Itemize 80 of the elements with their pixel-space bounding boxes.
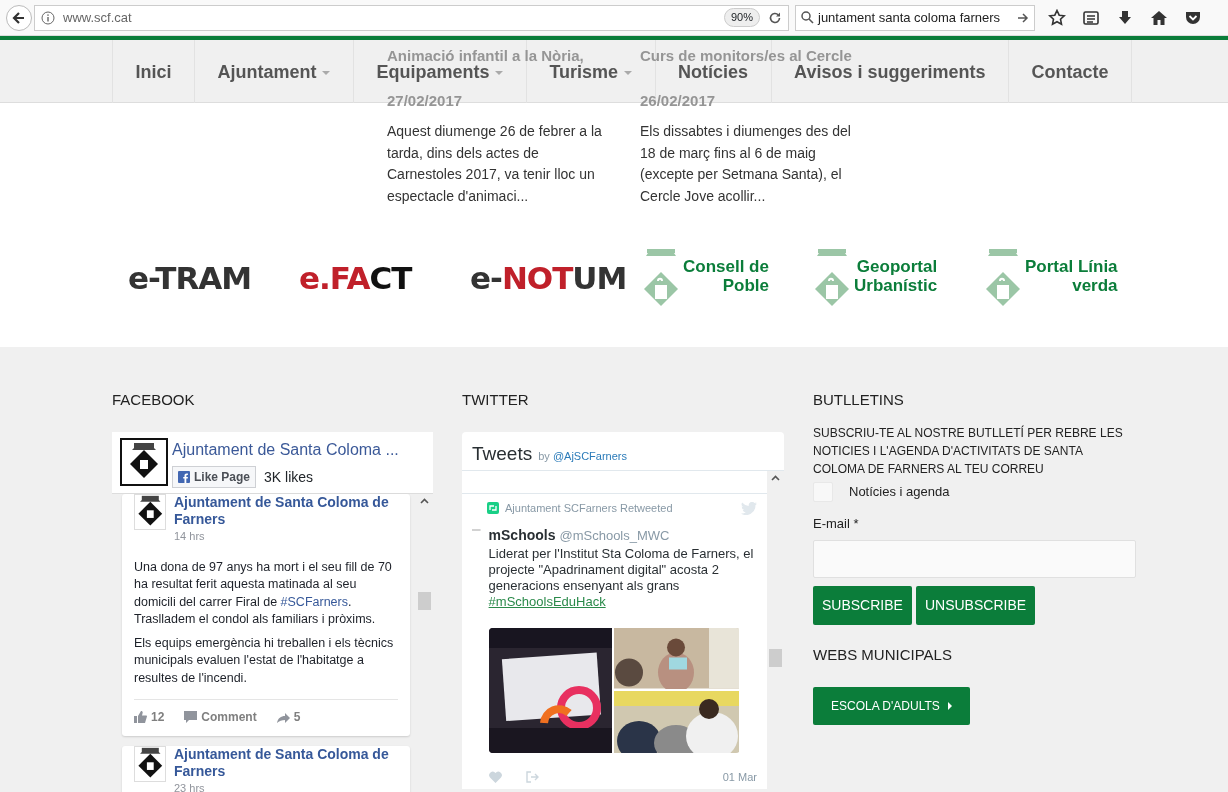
post-text: Una dona de 97 anys ha mort i el seu fill de 70 ha resultat ferit aquesta matinada al seu domicili del carrer Firal de #SCFarners. Traslladem el condol als familiars i pròxims. [134, 558, 393, 628]
web-link-button[interactable]: ESCOLA D'ADULTS [813, 686, 970, 725]
scrollbar-thumb[interactable] [418, 592, 431, 610]
field-label: E-mail * [813, 515, 860, 533]
author-link[interactable]: Ajuntament de Santa Coloma de Farners [174, 494, 398, 528]
reading-list-icon[interactable] [1082, 8, 1100, 27]
news-excerpt: Aquest diumenge 26 de febrer a la tarda, dins dels actes de Carnestoles 2017, va tenir lloc un espectacle d'animaci... [387, 122, 603, 206]
bookmark-star-icon[interactable] [1048, 8, 1066, 27]
news-excerpt: Els dissabtes i diumenges des del 18 de març fins al 6 de maig (excepte per Setmana Santa), el Cercle Jove acollir... [640, 122, 852, 206]
author-name[interactable]: mSchools [488, 524, 556, 546]
thumbs-up-icon [134, 711, 147, 723]
news-date: 26/02/2017 [640, 93, 716, 109]
post-avatar[interactable] [134, 746, 166, 782]
search-field[interactable]: juntament santa coloma farners [795, 4, 1035, 31]
portal-link[interactable]: Consell de Poble [683, 257, 769, 295]
like-page-button[interactable]: Like Page [172, 466, 257, 488]
portal-link[interactable]: Portal Línia verda [1025, 257, 1118, 295]
bird-icon [741, 501, 757, 515]
address-bar[interactable]: www.scf.cat 90% [34, 4, 789, 31]
caret-icon [947, 701, 952, 710]
url-text: www.scf.cat [63, 8, 133, 27]
page-avatar[interactable] [120, 438, 168, 486]
checkbox-label: Notícies i agenda [849, 483, 950, 502]
nav-link[interactable]: Inici [135, 62, 172, 81]
page-name-link[interactable]: Ajuntament de Santa Coloma ... [172, 438, 399, 462]
nav-link[interactable]: Contacte [1031, 62, 1109, 81]
post-text: Els equips emergència hi treballen i els tècnics municipals evaluen l'estat de l'habitatge a resultes de l'incendi. [134, 634, 395, 687]
scroll-up-icon [771, 475, 780, 481]
section-heading: TWITTER [462, 390, 530, 410]
likes-count: 3K likes [264, 467, 314, 487]
intro-text: SUBSCRIU-TE AL NOSTRE BUTLLETÍ PER REBRE LES NOTICIES I L'AGENDA D'ACTIVITATS DE SANTA COLOMA DE FARNERS AL TEU CORREU [813, 424, 1124, 478]
news-date: 27/02/2017 [387, 93, 463, 109]
post-avatar[interactable] [134, 494, 166, 530]
nav-link[interactable]: Equipaments [376, 62, 504, 81]
back-arrow-icon [12, 10, 26, 25]
section-heading: BUTLLETINS [813, 390, 905, 410]
author-handle: @mSchools_MWC [559, 526, 670, 545]
section-heading: FACEBOOK [112, 390, 196, 410]
back-button[interactable] [6, 4, 32, 31]
retweet-icon [487, 502, 499, 515]
email-field[interactable] [813, 539, 1136, 578]
share-arrow-icon [276, 711, 290, 723]
info-icon [41, 10, 55, 25]
comment-button[interactable]: Comment [184, 708, 257, 726]
dropdown-caret-icon [624, 71, 633, 75]
scroll-up-icon [420, 498, 429, 504]
scrollbar-thumb[interactable] [769, 649, 782, 667]
service-logo[interactable]: e.FACT [299, 254, 412, 302]
service-logo[interactable]: e-TRAM [128, 254, 252, 302]
retweet-label: Ajuntament SCFarners Retweeted [505, 501, 673, 516]
home-icon[interactable] [1150, 8, 1168, 27]
dropdown-caret-icon [322, 71, 331, 75]
speech-bubble-icon [184, 711, 198, 723]
go-arrow-icon[interactable] [1017, 11, 1029, 24]
nav-link[interactable]: Avisos i suggeriments [794, 62, 986, 81]
reload-icon[interactable] [768, 10, 782, 25]
post-time: 23 hrs [174, 781, 206, 792]
nav-link[interactable]: Notícies [678, 62, 749, 81]
search-icon [801, 11, 814, 24]
like-count[interactable]: 12 [134, 708, 165, 726]
section-heading: WEBS MUNICIPALS [813, 644, 953, 665]
service-logo[interactable]: e-NOTUM [470, 254, 627, 302]
hashtag-link[interactable]: #SCFarners [280, 594, 348, 609]
zoom-badge[interactable]: 90% [723, 8, 760, 27]
search-text: juntament santa coloma farners [818, 8, 1002, 27]
handle-link[interactable]: @AjSCFarners [552, 450, 628, 462]
widget-title: Tweets [472, 442, 533, 466]
nav-link[interactable]: Turisme [549, 62, 633, 81]
dropdown-caret-icon [495, 71, 504, 75]
post-time: 14 hrs [174, 529, 206, 544]
share-count[interactable]: 5 [276, 708, 301, 726]
byline: by @AjSCFarners [538, 449, 628, 464]
portal-link[interactable]: Geoportal Urbanístic [854, 257, 938, 295]
author-link[interactable]: Ajuntament de Santa Coloma de Farners [174, 746, 398, 780]
nav-link[interactable]: Ajuntament [217, 62, 331, 81]
subscribe-button[interactable]: SUBSCRIBE [813, 585, 912, 625]
subscribe-button[interactable]: UNSUBSCRIBE [915, 585, 1036, 625]
hashtag-link[interactable]: #mSchoolsEduHack [488, 593, 606, 609]
facebook-icon [178, 471, 190, 483]
tweet-text: Liderat per l'Institut Sta Coloma de Farners, el projecte "Apadrinament digital" acosta 2 generacions ensenyant als grans #mSchoolsEduHack [488, 545, 755, 610]
